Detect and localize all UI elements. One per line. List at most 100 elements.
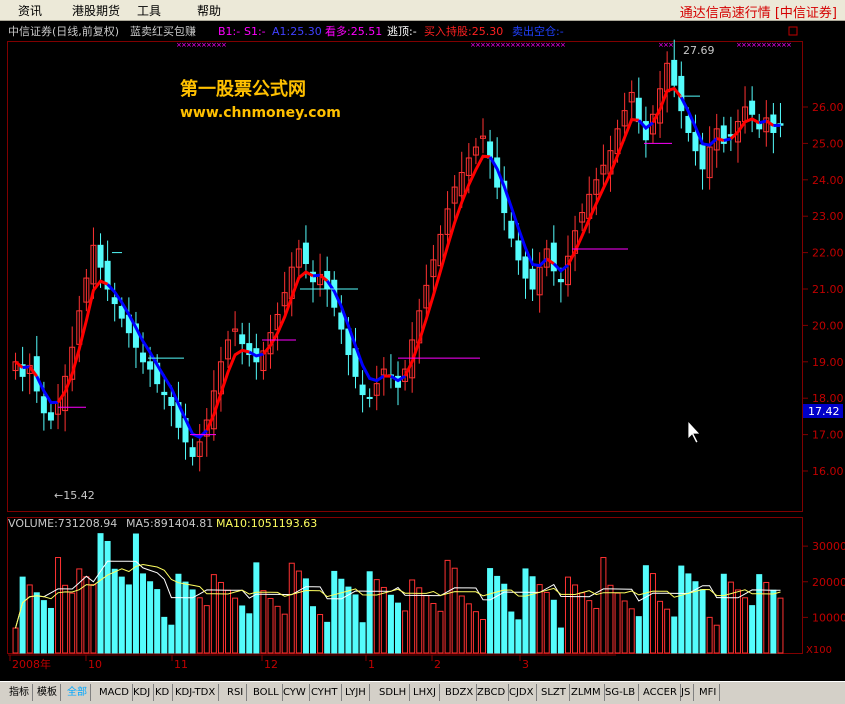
volume-bar [721,574,726,653]
volume-tick-label: 30000 [812,540,845,553]
volume-bar [417,588,422,653]
volume-bar [98,534,103,653]
volume-bar [771,590,776,653]
tab-cjdx[interactable]: CJDX [506,684,537,701]
volume-bar [438,611,443,653]
tab-指标[interactable]: 指标 [6,684,33,701]
volume-bar [551,600,556,653]
volume-ma5: MA5:891404.81 [126,517,213,530]
volume-bar [466,604,471,653]
volume-bar [459,596,464,653]
indicator-a1: A1:25.30 [272,25,322,38]
volume-bar [190,590,195,653]
candle-body [516,241,521,260]
volume-bar [509,612,514,653]
tab-lyjh[interactable]: LYJH [342,684,370,701]
tab-kd[interactable]: KD [152,684,173,701]
tab-cyw[interactable]: CYW [280,684,310,701]
tab-sdlh[interactable]: SDLH [376,684,410,701]
volume-bar [105,541,110,653]
tab-cyht[interactable]: CYHT [308,684,342,701]
volume-bar [750,606,755,653]
volume-bar [665,609,670,653]
chart-area[interactable]: 中信证券(日线,前复权) 蓝卖红买包赚 B1:- S1:- A1:25.30 看… [0,21,845,681]
volume-bar [764,582,769,653]
volume-bar [530,577,535,653]
volume-bar [56,558,61,653]
chart-canvas[interactable]: 中信证券(日线,前复权) 蓝卖红买包赚 B1:- S1:- A1:25.30 看… [0,21,845,681]
tab-模板[interactable]: 模板 [34,684,61,701]
signal-x-marker: × [668,41,674,49]
volume-bar [636,617,641,653]
volume-value: VOLUME:731208.94 [8,517,117,530]
time-tick-label: 10 [88,658,102,671]
window-restore-icon[interactable] [789,27,797,35]
tab-bdzx[interactable]: BDZX [442,684,477,701]
menu-item-tools[interactable]: 工具 [137,2,161,19]
volume-bar [650,574,655,653]
watermark-url: www.chnmoney.com [180,105,341,121]
price-tick-label: 19.00 [812,356,844,369]
time-tick-label: 2 [434,658,441,671]
volume-axis: 300002000010000X100 [803,540,845,656]
tab-slzt[interactable]: SLZT [538,684,570,701]
volume-bar [445,560,450,653]
brand-link[interactable]: 通达信高速行情 [中信证券] [680,2,837,21]
tab-accer[interactable]: ACCER [640,684,681,701]
volume-bar [693,582,698,653]
tab-zlmm[interactable]: ZLMM [568,684,605,701]
tab-boll[interactable]: BOLL [250,684,283,701]
volume-bar [197,598,202,653]
volume-bar [48,608,53,653]
sell-trend-line [37,376,58,402]
volume-bar [516,620,521,653]
menu-item-news[interactable]: 资讯 [18,2,42,19]
volume-bar [240,606,245,653]
volume-bar [643,566,648,653]
volume-ma10: MA10:1051193.63 [216,517,317,530]
candle-body [98,245,103,267]
volume-bar [601,558,606,653]
tab-mfi[interactable]: MFI [696,684,720,701]
price-tick-label: 25.00 [812,137,844,150]
volume-unit-label: X100 [806,645,832,656]
candle-body [636,98,641,121]
volume-bar [686,574,691,653]
indicator-kanduo: 看多:25.51 [325,24,382,38]
volume-bar [254,563,259,653]
volume-bar [332,571,337,653]
chart-header: 中信证券(日线,前复权) 蓝卖红买包赚 B1:- S1:- A1:25.30 看… [8,24,564,38]
tab-zbcd[interactable]: ZBCD [474,684,509,701]
tab-kdj-tdx[interactable]: KDJ-TDX [172,684,219,701]
tab-js[interactable]: JS [678,684,694,701]
volume-bar [735,590,740,653]
last-price-label: 17.42 [808,405,840,418]
tab-全部[interactable]: 全部 [64,684,91,701]
volume-bar [544,592,549,653]
indicator-mairu: 买入持股:25.30 [424,24,503,38]
volume-bar [346,587,351,653]
tab-kdj[interactable]: KDJ [130,684,154,701]
volume-bar [176,574,181,653]
volume-bar [580,593,585,653]
volume-bar [431,603,436,653]
volume-bar [247,614,252,653]
tab-macd[interactable]: MACD [96,684,133,701]
volume-bar [629,609,634,653]
volume-bar [537,585,542,653]
volume-bar [296,571,301,653]
volume-bar [41,601,46,653]
menu-item-help[interactable]: 帮助 [197,2,221,19]
price-tick-label: 22.00 [812,247,844,260]
price-panel-frame [8,42,803,512]
price-tick-label: 20.00 [812,319,844,332]
tab-lhxj[interactable]: LHXJ [410,684,440,701]
volume-bar [261,591,266,653]
tab-sg-lb[interactable]: SG-LB [602,684,639,701]
menu-item-hk-futures[interactable]: 港股期货 [72,2,120,19]
volume-bar [211,575,216,653]
volume-bar [20,577,25,653]
tab-rsi[interactable]: RSI [224,684,247,701]
volume-bar [339,579,344,653]
volume-bar [289,563,294,653]
